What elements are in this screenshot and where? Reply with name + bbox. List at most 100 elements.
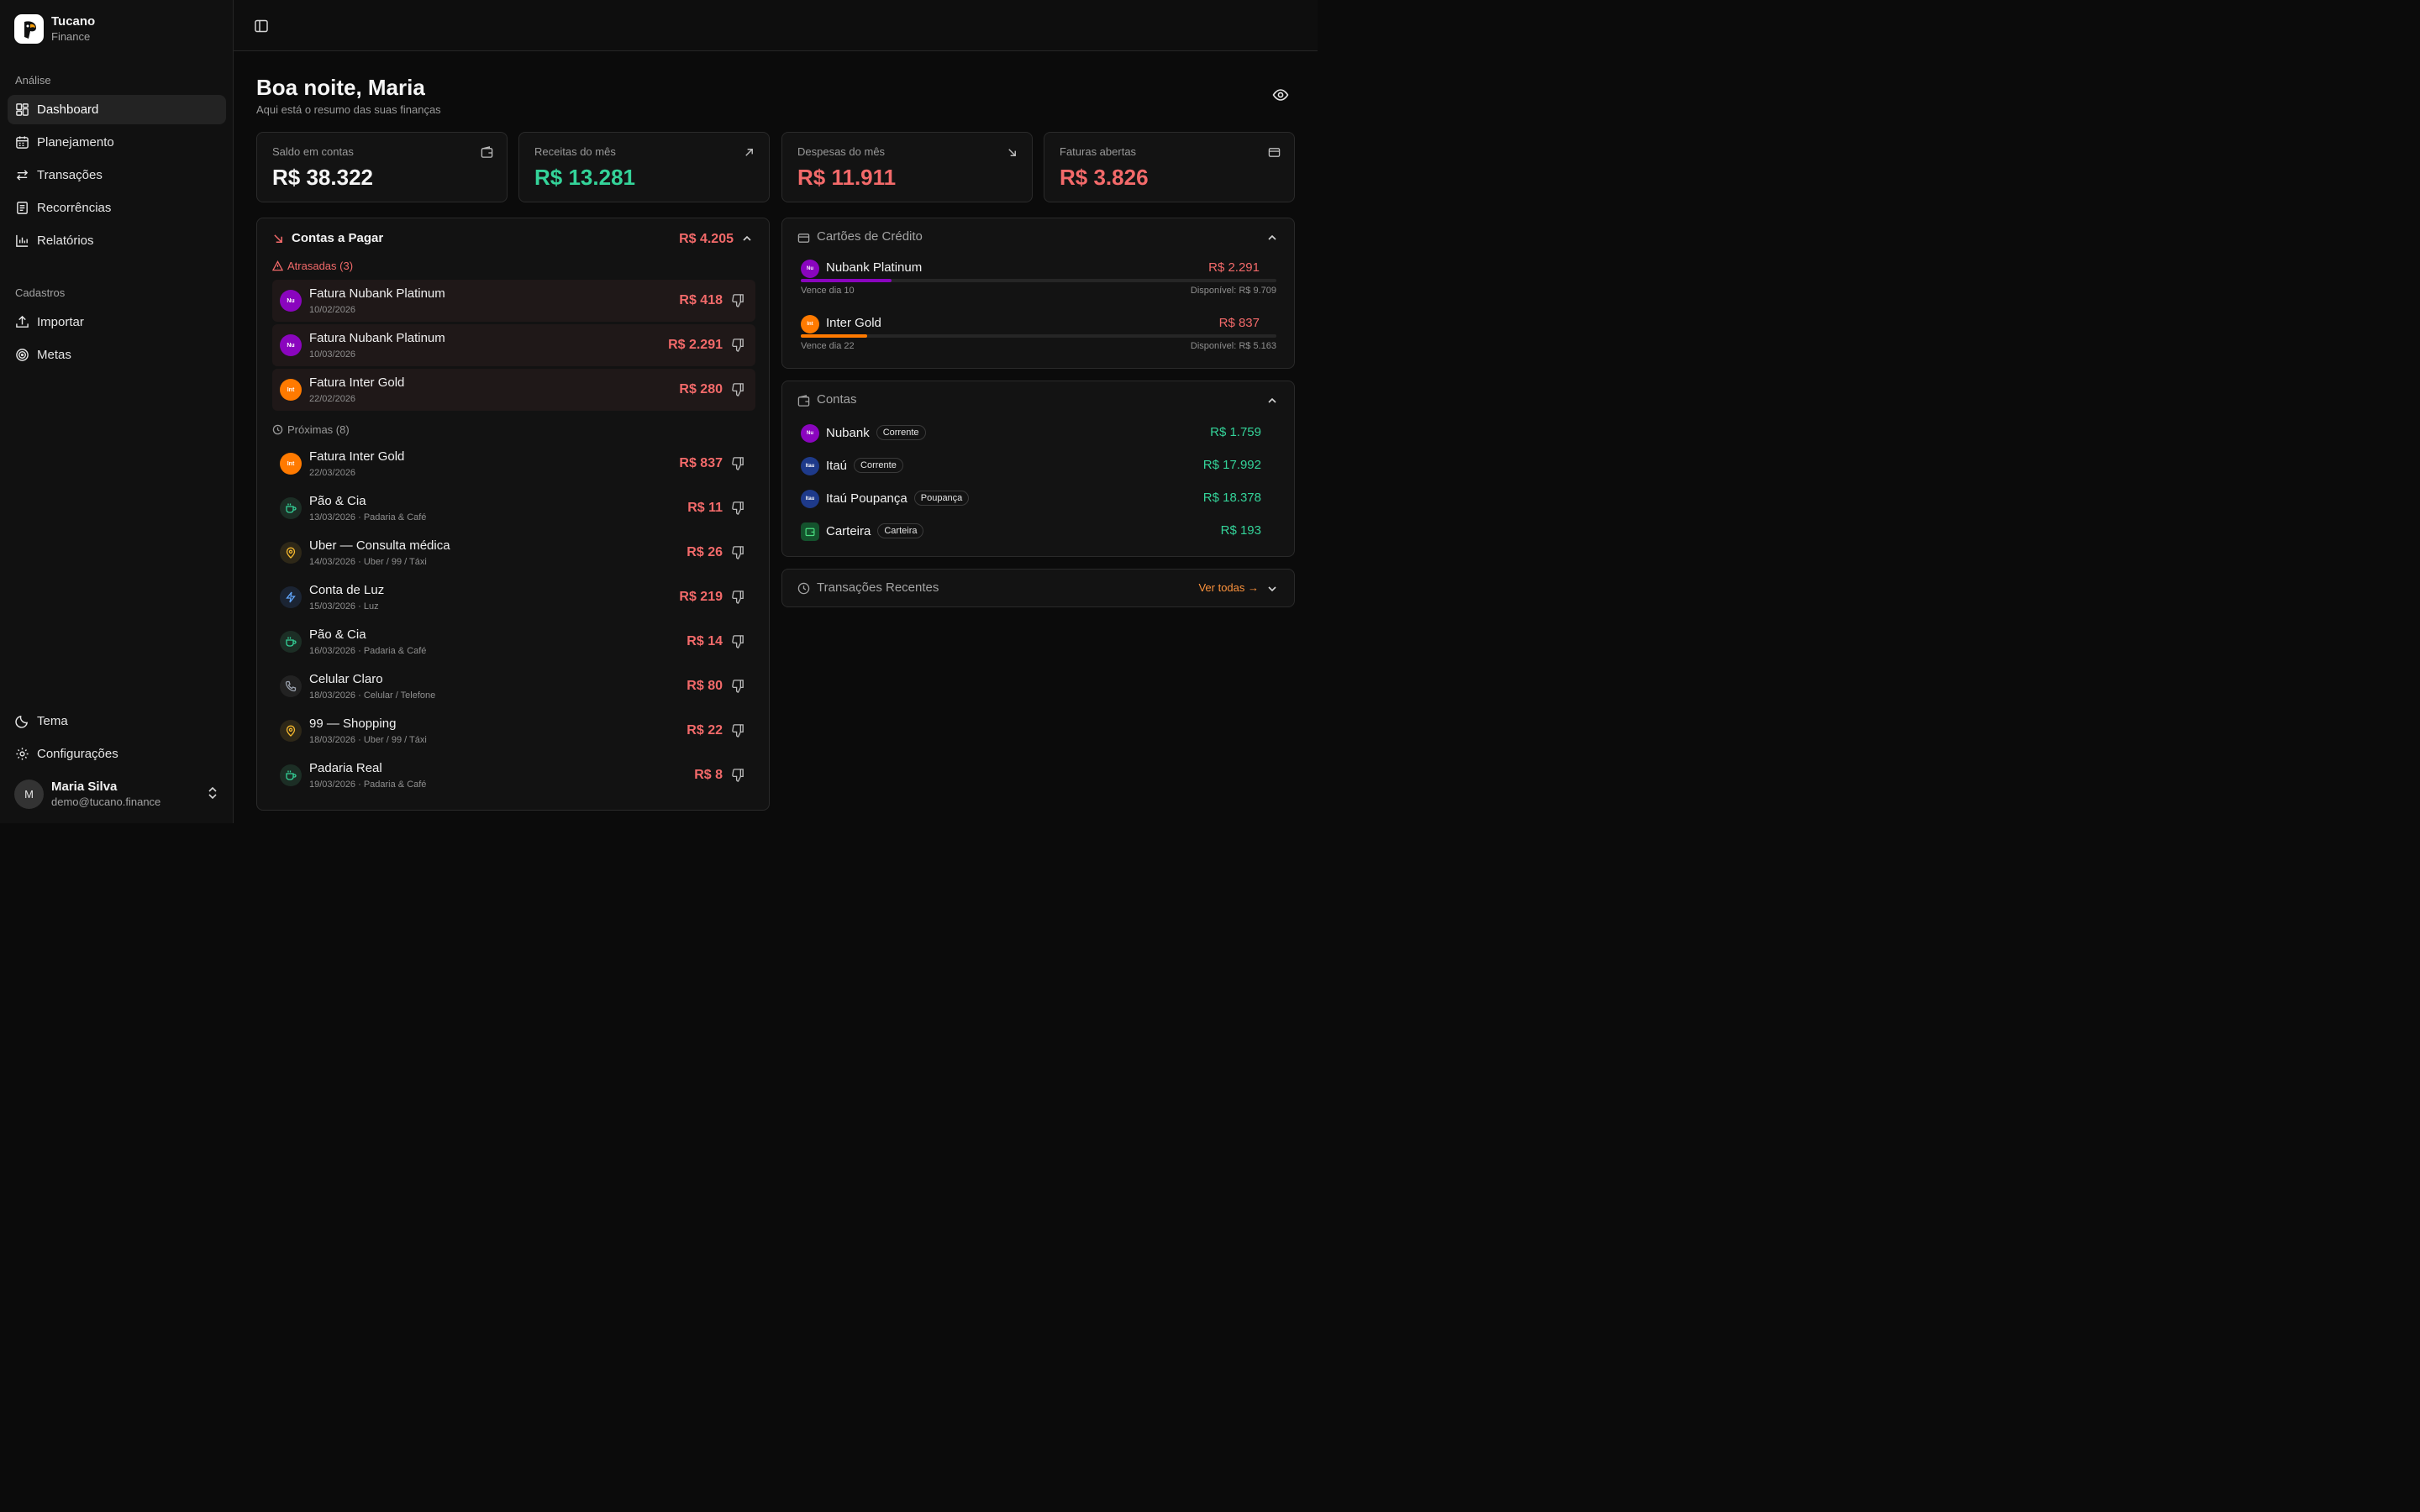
bill-row[interactable]: Pão & Cia 16/03/2026 · Padaria & Café R$…	[272, 621, 755, 663]
chevron-up-icon[interactable]	[742, 234, 752, 244]
brand[interactable]: Tucano Finance	[14, 14, 95, 44]
sidebar-toggle-icon[interactable]	[254, 18, 269, 34]
chevron-down-icon[interactable]	[1267, 584, 1277, 594]
overdue-label: Atrasadas (3)	[272, 260, 353, 272]
bill-date: 15/03/2026 · Luz	[309, 601, 379, 612]
credit-card-row[interactable]: Nu Nubank Platinum R$ 2.291 Vence dia 10…	[801, 260, 1276, 310]
bill-date: 10/02/2026	[309, 305, 356, 315]
credit-card-name: Nubank Platinum	[826, 260, 923, 275]
thumbs-down-icon[interactable]	[731, 501, 745, 515]
nubank-logo-icon: Nu	[280, 334, 302, 356]
map-pin-icon	[280, 720, 302, 742]
bill-title: 99 — Shopping	[309, 717, 397, 731]
bill-row[interactable]: Int Fatura Inter Gold 22/02/2026 R$ 280	[272, 369, 755, 411]
overdue-label-text: Atrasadas (3)	[287, 260, 354, 272]
bill-amount: R$ 219	[679, 590, 723, 604]
calendar-icon	[16, 136, 29, 149]
chevron-up-icon[interactable]	[1267, 396, 1277, 406]
credit-card-name: Inter Gold	[826, 316, 881, 330]
thumbs-down-icon[interactable]	[731, 634, 745, 648]
account-type-badge: Carteira	[877, 523, 924, 538]
topbar	[234, 0, 1318, 51]
sidebar-item-settings[interactable]: Configurações	[8, 739, 226, 769]
account-row[interactable]: Carteira Carteira R$ 193	[801, 522, 1261, 542]
inter-logo-icon: Int	[280, 453, 302, 475]
bill-amount: R$ 280	[679, 382, 723, 396]
thumbs-down-icon[interactable]	[731, 456, 745, 470]
chevron-up-icon[interactable]	[1267, 233, 1277, 243]
sidebar-item-theme[interactable]: Tema	[8, 706, 226, 736]
target-icon	[16, 349, 29, 361]
zap-icon	[280, 586, 302, 608]
gear-icon	[16, 748, 29, 760]
phone-icon	[280, 675, 302, 697]
account-name: Itaú	[826, 458, 848, 473]
bill-row[interactable]: Celular Claro 18/03/2026 · Celular / Tel…	[272, 665, 755, 707]
bill-row[interactable]: Padaria Real 19/03/2026 · Padaria & Café…	[272, 754, 755, 796]
stat-label: Saldo em contas	[272, 145, 354, 158]
bill-title: Uber — Consulta médica	[309, 538, 450, 553]
account-type-badge: Poupança	[913, 491, 970, 506]
bills-panel: Contas a Pagar R$ 4.205 Atrasadas (3) Nu…	[256, 218, 770, 811]
thumbs-down-icon[interactable]	[731, 679, 745, 693]
bill-row[interactable]: Conta de Luz 15/03/2026 · Luz R$ 219	[272, 576, 755, 618]
inter-logo-icon: Int	[801, 315, 819, 333]
bill-row[interactable]: Uber — Consulta médica 14/03/2026 · Uber…	[272, 532, 755, 574]
thumbs-down-icon[interactable]	[731, 545, 745, 559]
bill-date: 13/03/2026 · Padaria & Café	[309, 512, 427, 522]
view-all-link[interactable]: Ver todas →	[1198, 581, 1259, 594]
toucan-logo-icon	[14, 14, 44, 44]
credit-card-icon	[797, 234, 810, 243]
account-row[interactable]: Itau Itaú Poupança Poupança R$ 18.378	[801, 489, 1261, 509]
sidebar-item-transactions[interactable]: Transações	[8, 160, 226, 190]
eye-icon[interactable]	[1272, 87, 1289, 102]
bill-title: Padaria Real	[309, 761, 382, 775]
nav-bottom: Tema Configurações	[8, 706, 226, 772]
bill-date: 22/02/2026	[309, 394, 356, 404]
sidebar-item-recurrences[interactable]: Recorrências	[8, 193, 226, 223]
sidebar-item-planning[interactable]: Planejamento	[8, 128, 226, 157]
thumbs-down-icon[interactable]	[731, 768, 745, 782]
brand-subtitle: Finance	[51, 30, 91, 43]
sidebar-item-reports[interactable]: Relatórios	[8, 226, 226, 255]
account-name: Nubank	[826, 425, 870, 440]
stat-card-open-invoices: Faturas abertas R$ 3.826	[1044, 132, 1295, 202]
credit-card-icon	[1268, 148, 1281, 157]
thumbs-down-icon[interactable]	[731, 590, 745, 604]
thumbs-down-icon[interactable]	[731, 338, 745, 352]
sidebar-item-import[interactable]: Importar	[8, 307, 226, 337]
bill-row[interactable]: Int Fatura Inter Gold 22/03/2026 R$ 837	[272, 443, 755, 485]
bill-row[interactable]: Pão & Cia 13/03/2026 · Padaria & Café R$…	[272, 487, 755, 529]
sidebar-item-dashboard[interactable]: Dashboard	[8, 95, 226, 124]
coffee-icon	[280, 631, 302, 653]
bill-amount: R$ 80	[687, 679, 723, 693]
bill-amount: R$ 11	[687, 501, 723, 515]
bill-title: Fatura Nubank Platinum	[309, 331, 445, 345]
bill-row[interactable]: Nu Fatura Nubank Platinum 10/02/2026 R$ …	[272, 280, 755, 322]
thumbs-down-icon[interactable]	[731, 723, 745, 738]
credit-card-row[interactable]: Int Inter Gold R$ 837 Vence dia 22 Dispo…	[801, 315, 1276, 365]
bill-row[interactable]: 99 — Shopping 18/03/2026 · Uber / 99 / T…	[272, 710, 755, 752]
bill-amount: R$ 22	[687, 723, 723, 738]
coffee-icon	[280, 764, 302, 786]
nubank-logo-icon: Nu	[801, 260, 819, 278]
account-row[interactable]: Itau Itaú Corrente R$ 17.992	[801, 456, 1261, 476]
bill-row[interactable]: Nu Fatura Nubank Platinum 10/03/2026 R$ …	[272, 324, 755, 366]
user-menu[interactable]: M Maria Silva demo@tucano.finance	[14, 778, 223, 810]
credit-card-due: Vence dia 22	[801, 341, 855, 351]
account-row[interactable]: Nu Nubank Corrente R$ 1.759	[801, 423, 1261, 444]
thumbs-down-icon[interactable]	[731, 382, 745, 396]
bills-title: Contas a Pagar	[292, 231, 384, 245]
thumbs-down-icon[interactable]	[731, 293, 745, 307]
sidebar-item-goals[interactable]: Metas	[8, 340, 226, 370]
bill-title: Pão & Cia	[309, 494, 366, 508]
bill-title: Celular Claro	[309, 672, 383, 686]
user-email: demo@tucano.finance	[51, 795, 161, 808]
account-balance: R$ 17.992	[1202, 458, 1261, 472]
upcoming-label: Próximas (8)	[272, 423, 350, 436]
arrow-down-right-icon	[274, 234, 282, 243]
recent-transactions-panel[interactable]: Transações Recentes Ver todas →	[781, 569, 1295, 607]
bill-amount: R$ 14	[687, 634, 723, 648]
bill-amount: R$ 418	[679, 293, 723, 307]
sidebar-item-label: Planejamento	[37, 135, 114, 150]
